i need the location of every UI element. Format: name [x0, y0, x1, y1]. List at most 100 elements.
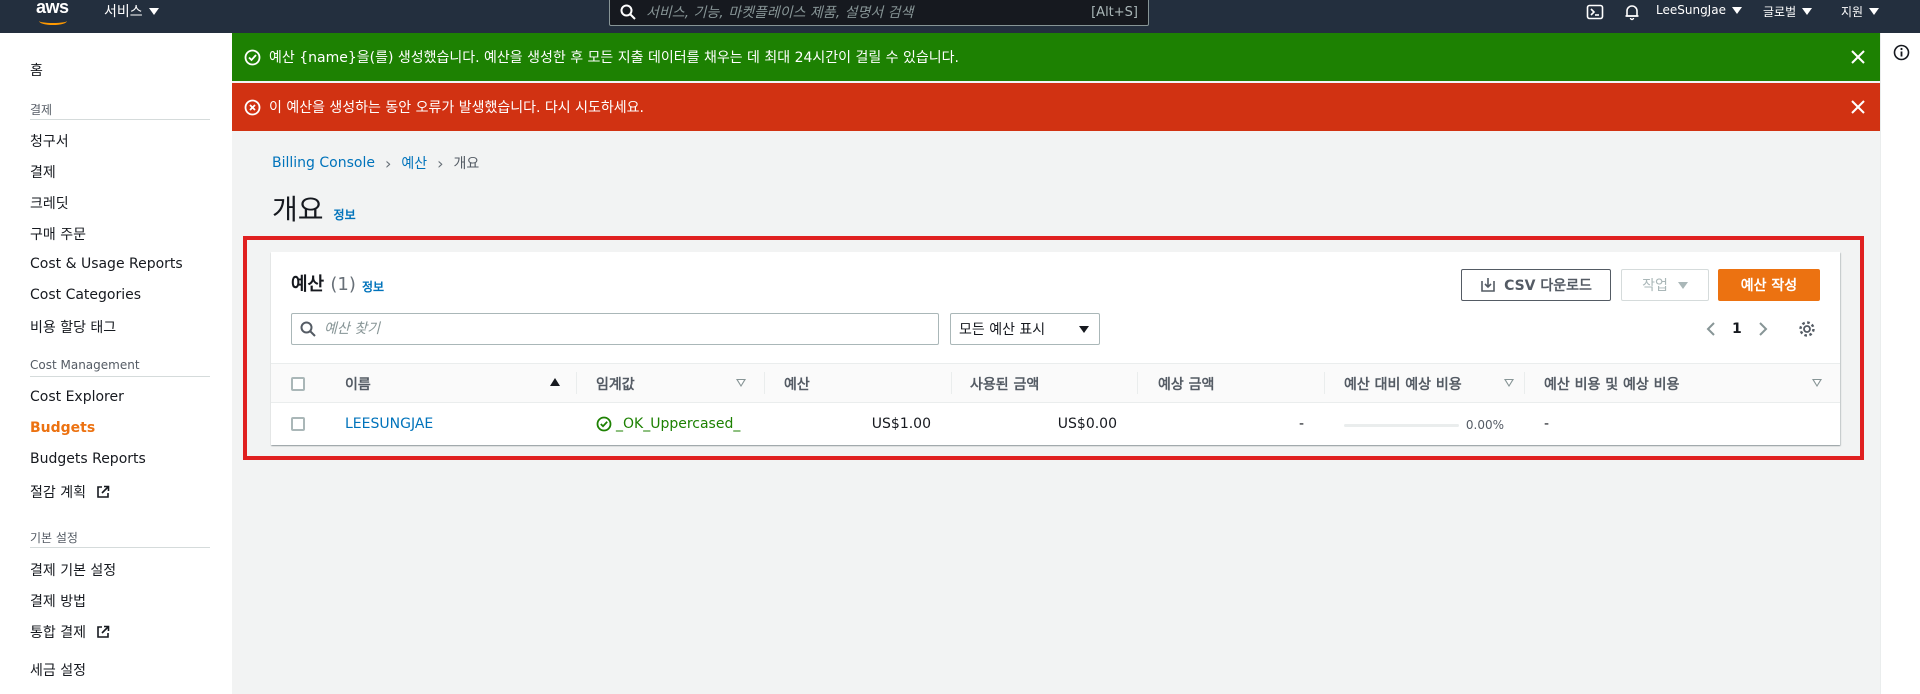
column-divider	[951, 372, 952, 394]
global-search[interactable]: 서비스, 기능, 마켓플레이스 제품, 설명서 검색 [Alt+S]	[609, 0, 1149, 26]
search-icon	[300, 321, 316, 337]
top-nav: aws 서비스 서비스, 기능, 마켓플레이스 제품, 설명서 검색 [Alt+…	[0, 0, 1920, 33]
sidebar-item-tax-settings[interactable]: 세금 설정	[30, 660, 86, 680]
actions-dropdown[interactable]: 작업	[1621, 269, 1709, 301]
sidebar-item-budgets[interactable]: Budgets	[30, 420, 95, 436]
table-row: LEESUNGJAE _OK_Uppercased_ US$1.00 US$0.…	[271, 404, 1840, 445]
chevron-right-icon: ›	[437, 153, 444, 173]
chevron-left-icon[interactable]	[1706, 322, 1716, 336]
external-link-icon	[97, 485, 110, 498]
sidebar-item-cost-categories[interactable]: Cost Categories	[30, 287, 141, 303]
services-label: 서비스	[104, 4, 143, 20]
sidebar-item-payment-methods[interactable]: 결제 방법	[30, 591, 86, 611]
close-icon[interactable]	[1850, 99, 1866, 115]
csv-download-button[interactable]: CSV 다운로드	[1461, 269, 1611, 301]
budget-search-input[interactable]	[324, 321, 938, 337]
sidebar-item-cost-usage-reports[interactable]: Cost & Usage Reports	[30, 256, 183, 272]
cloudshell-icon[interactable]	[1586, 3, 1604, 21]
sidebar-section-billing: 결제	[30, 103, 53, 117]
chevron-right-icon[interactable]	[1758, 322, 1768, 336]
services-menu[interactable]: 서비스	[104, 1, 159, 21]
column-divider	[1137, 372, 1138, 394]
column-forecast[interactable]: 예상 금액	[1158, 374, 1214, 394]
budgets-info-link[interactable]: 정보	[362, 278, 384, 295]
user-menu[interactable]: LeeSungJae	[1656, 3, 1742, 17]
sidebar-item-credits[interactable]: 크레딧	[30, 193, 69, 213]
column-divider	[576, 372, 577, 394]
sidebar-item-label: 통합 결제	[30, 625, 86, 641]
sidebar-item-payments[interactable]: 결제	[30, 162, 56, 182]
column-divider	[764, 372, 765, 394]
sidebar-item-purchase-orders[interactable]: 구매 주문	[30, 224, 86, 244]
aws-logo[interactable]: aws	[36, 0, 76, 30]
external-link-icon	[97, 625, 110, 638]
breadcrumb-billing-console[interactable]: Billing Console	[272, 155, 375, 171]
budget-filter-value: 모든 예산 표시	[959, 322, 1046, 338]
sidebar-section-cost-management: Cost Management	[30, 358, 140, 372]
column-divider	[1324, 372, 1325, 394]
page-number[interactable]: 1	[1732, 321, 1742, 337]
page-title: 개요	[272, 193, 324, 226]
sidebar-item-bills[interactable]: 청구서	[30, 131, 69, 151]
csv-download-label: CSV 다운로드	[1504, 278, 1592, 294]
caret-down-icon	[148, 7, 159, 15]
caret-down-icon	[1731, 6, 1742, 14]
caret-down-icon	[1869, 8, 1880, 15]
bell-icon[interactable]	[1623, 3, 1641, 21]
support-menu[interactable]: 지원	[1841, 3, 1880, 20]
caret-down-icon	[1677, 281, 1688, 289]
sidebar-item-savings-plans[interactable]: 절감 계획	[30, 482, 110, 502]
page-info-link[interactable]: 정보	[334, 206, 356, 223]
sidebar-divider	[30, 119, 210, 120]
select-all-checkbox[interactable]	[291, 377, 305, 391]
create-budget-button[interactable]: 예산 작성	[1718, 269, 1820, 301]
gear-icon[interactable]	[1798, 320, 1816, 338]
aws-logo-text: aws	[36, 0, 69, 17]
actions-label: 작업	[1642, 278, 1668, 294]
column-used[interactable]: 사용된 금액	[970, 374, 1039, 394]
breadcrumb-overview: 개요	[453, 156, 480, 172]
sidebar-item-cost-allocation-tags[interactable]: 비용 할당 태그	[30, 317, 116, 337]
sidebar-item-consolidated-billing[interactable]: 통합 결제	[30, 622, 110, 642]
sidebar-item-budgets-reports[interactable]: Budgets Reports	[30, 451, 146, 467]
forecast-vs-budget-percent: 0.00%	[1465, 418, 1504, 432]
caret-down-icon	[1079, 325, 1089, 333]
column-forecast-vs-budget[interactable]: 예산 대비 예상 비용	[1344, 374, 1462, 394]
column-cost-and-forecast[interactable]: 예산 비용 및 예상 비용	[1544, 374, 1679, 394]
breadcrumb-budgets[interactable]: 예산	[401, 153, 427, 173]
error-flash: 이 예산을 생성하는 동안 오류가 발생했습니다. 다시 시도하세요.	[232, 83, 1880, 131]
column-name[interactable]: 이름	[345, 374, 371, 394]
sidebar-item-home[interactable]: 홈	[30, 60, 43, 80]
column-divider	[1524, 372, 1525, 394]
budgets-heading: 예산 (1)	[291, 270, 356, 296]
budget-search[interactable]	[291, 313, 939, 345]
page-header: 개요 정보	[272, 188, 356, 228]
sort-icon[interactable]	[736, 379, 746, 387]
budgets-table-container: 예산 (1) 정보 CSV 다운로드 작업 예산 작성 모든 예산 표시 1 이…	[271, 252, 1840, 445]
success-check-icon	[244, 49, 261, 65]
sidebar-item-cost-explorer[interactable]: Cost Explorer	[30, 389, 124, 405]
global-search-placeholder: 서비스, 기능, 마켓플레이스 제품, 설명서 검색	[646, 5, 914, 21]
column-budget[interactable]: 예산	[784, 374, 810, 394]
region-menu[interactable]: 글로벌	[1763, 3, 1813, 20]
help-panel-strip	[1880, 33, 1920, 694]
chevron-right-icon: ›	[384, 153, 392, 173]
sidebar-item-billing-preferences[interactable]: 결제 기본 설정	[30, 560, 116, 580]
aws-smile-icon	[39, 17, 67, 25]
success-flash: 예산 {name}을(를) 생성했습니다. 예산을 생성한 후 모든 지출 데이…	[232, 33, 1880, 81]
breadcrumb: Billing Console › 예산 › 개요	[272, 153, 479, 173]
search-shortcut: [Alt+S]	[1091, 4, 1138, 20]
sort-ascending-icon[interactable]	[550, 378, 560, 386]
error-message: 이 예산을 생성하는 동안 오류가 발생했습니다. 다시 시도하세요.	[269, 100, 644, 116]
info-icon[interactable]	[1893, 44, 1910, 61]
sort-icon[interactable]	[1812, 379, 1822, 387]
budget-filter-select[interactable]: 모든 예산 표시	[950, 313, 1100, 345]
caret-down-icon	[1802, 8, 1813, 15]
sort-icon[interactable]	[1504, 379, 1514, 387]
budgets-count: (1)	[330, 274, 356, 295]
column-threshold[interactable]: 임계값	[596, 374, 635, 394]
close-icon[interactable]	[1850, 49, 1866, 65]
download-icon	[1481, 278, 1495, 292]
sidebar-item-label: 절감 계획	[30, 485, 86, 501]
pagination: 1	[1706, 321, 1768, 337]
